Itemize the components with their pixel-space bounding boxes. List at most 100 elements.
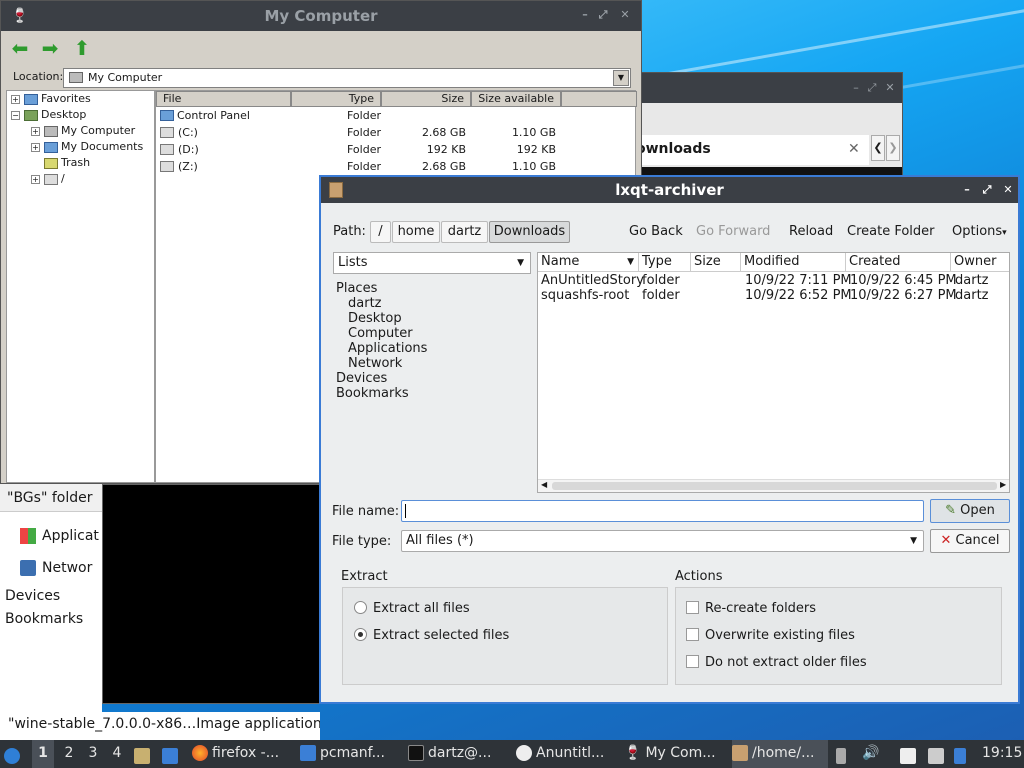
- go-forward-button[interactable]: Go Forward: [696, 224, 770, 239]
- overwrite-checkbox[interactable]: [686, 628, 699, 641]
- workspace-2[interactable]: 2: [58, 740, 80, 768]
- reload-button[interactable]: Reload: [789, 224, 833, 239]
- column-header-type[interactable]: Type: [639, 253, 691, 272]
- show-desktop-launcher[interactable]: [162, 740, 184, 768]
- create-folder-button[interactable]: Create Folder: [847, 224, 935, 239]
- close-icon[interactable]: ✕: [884, 82, 896, 94]
- task-terminal[interactable]: dartz@...: [408, 740, 510, 768]
- sidebar-item-applications[interactable]: Applicat: [20, 528, 99, 544]
- expand-icon[interactable]: +: [11, 94, 20, 104]
- tree-item-desktop[interactable]: − Desktop: [11, 107, 86, 123]
- column-header-size-available[interactable]: Size available: [471, 91, 561, 107]
- crumb-dartz[interactable]: dartz: [441, 221, 488, 243]
- extract-all-label[interactable]: Extract all files: [373, 601, 470, 616]
- sidebar-item-network[interactable]: Networ: [20, 560, 92, 576]
- open-button[interactable]: ✎ Open: [930, 499, 1010, 523]
- table-row[interactable]: (C:) Folder 2.68 GB 1.10 GB: [156, 124, 636, 141]
- column-header-file[interactable]: File: [156, 91, 291, 107]
- table-row[interactable]: (D:) Folder 192 KB 192 KB: [156, 141, 636, 158]
- horizontal-scrollbar[interactable]: ◀ ▶: [538, 479, 1009, 492]
- close-tab-icon[interactable]: ✕: [848, 135, 860, 163]
- task-pcmanfm[interactable]: pcmanf...: [300, 740, 402, 768]
- maximize-icon[interactable]: ⤢: [981, 184, 993, 196]
- volume-icon[interactable]: 🔊: [862, 740, 882, 768]
- network-tray-icon[interactable]: [928, 740, 948, 768]
- location-combobox[interactable]: My Computer ▼: [63, 68, 631, 88]
- maximize-icon[interactable]: ⤢: [866, 82, 878, 94]
- collapse-icon[interactable]: −: [11, 110, 20, 120]
- place-applications[interactable]: Applications: [348, 341, 427, 356]
- sidebar-item-bookmarks[interactable]: Bookmarks: [5, 611, 83, 627]
- minimize-icon[interactable]: –: [850, 82, 862, 94]
- table-row[interactable]: (Z:) Folder 2.68 GB 1.10 GB: [156, 158, 636, 175]
- extract-all-radio[interactable]: [354, 601, 367, 614]
- no-older-checkbox[interactable]: [686, 655, 699, 668]
- bgs-folder-window[interactable]: "BGs" folder Applicat Networ Devices Boo…: [0, 484, 102, 740]
- tree-item-my-computer[interactable]: + My Computer: [31, 123, 135, 139]
- file-type-select[interactable]: All files (*) ▼: [401, 530, 924, 552]
- column-header-size[interactable]: Size: [381, 91, 471, 107]
- scroll-left-icon[interactable]: ◀: [541, 480, 547, 489]
- back-arrow-icon[interactable]: ⬅: [9, 37, 31, 59]
- scrollbar-thumb[interactable]: [552, 482, 997, 490]
- tab-downloads[interactable]: ownloads ✕: [636, 135, 869, 165]
- table-row[interactable]: Control Panel Folder: [156, 107, 636, 124]
- wine-titlebar[interactable]: 🍷 My Computer – ⤢ ✕: [1, 1, 641, 31]
- expand-icon[interactable]: +: [31, 174, 40, 184]
- tray-removable-icon[interactable]: [836, 740, 852, 768]
- column-header-size[interactable]: Size: [691, 253, 741, 272]
- extract-selected-label[interactable]: Extract selected files: [373, 628, 509, 643]
- tree-item-root[interactable]: + /: [31, 171, 65, 187]
- tab-scroll-right-button[interactable]: ❯: [886, 135, 900, 161]
- crumb-downloads[interactable]: Downloads: [489, 221, 570, 243]
- column-header-type[interactable]: Type: [291, 91, 381, 107]
- bookmarks-header[interactable]: Bookmarks: [336, 386, 409, 401]
- archiver-titlebar[interactable]: lxqt-archiver – ⤢ ✕: [321, 177, 1018, 203]
- task-my-computer[interactable]: 🍷 My Com...: [624, 740, 726, 768]
- lxqt-archiver-dialog[interactable]: lxqt-archiver – ⤢ ✕ Path: / home dartz D…: [319, 175, 1020, 704]
- column-header-created[interactable]: Created: [846, 253, 951, 272]
- column-header-owner[interactable]: Owner: [951, 253, 1009, 272]
- column-header-name[interactable]: Name ▼: [538, 253, 639, 272]
- maximize-icon[interactable]: ⤢: [597, 9, 609, 21]
- clock[interactable]: 19:15: [982, 740, 1022, 768]
- update-notifier-icon[interactable]: [954, 740, 972, 768]
- recreate-folders-label[interactable]: Re-create folders: [705, 601, 816, 616]
- pcmanfm-titlebar[interactable]: – ⤢ ✕: [636, 73, 902, 103]
- workspace-4[interactable]: 4: [106, 740, 128, 768]
- file-name[interactable]: AnUntitledStory: [541, 273, 644, 288]
- no-older-label[interactable]: Do not extract older files: [705, 655, 867, 670]
- place-computer[interactable]: Computer: [348, 326, 413, 341]
- place-dartz[interactable]: dartz: [348, 296, 381, 311]
- tree-item-favorites[interactable]: + Favorites: [11, 91, 91, 107]
- place-network[interactable]: Network: [348, 356, 402, 371]
- column-header-modified[interactable]: Modified: [741, 253, 846, 272]
- close-icon[interactable]: ✕: [1002, 184, 1014, 196]
- minimize-icon[interactable]: –: [961, 184, 973, 196]
- overwrite-label[interactable]: Overwrite existing files: [705, 628, 855, 643]
- dropdown-arrow-icon[interactable]: ▼: [613, 70, 629, 86]
- task-archiver[interactable]: /home/...: [732, 740, 828, 768]
- close-icon[interactable]: ✕: [619, 9, 631, 21]
- task-anuntitled[interactable]: Anuntitl...: [516, 740, 618, 768]
- file-name-input[interactable]: [401, 500, 924, 522]
- cancel-button[interactable]: ✕ Cancel: [930, 529, 1010, 553]
- recreate-folders-checkbox[interactable]: [686, 601, 699, 614]
- clipboard-icon[interactable]: [900, 740, 920, 768]
- pcmanfm-window[interactable]: – ⤢ ✕ ownloads ✕ ❮ ❯: [635, 72, 903, 176]
- lists-combobox[interactable]: Lists ▼: [333, 252, 531, 274]
- crumb-home[interactable]: home: [392, 221, 440, 243]
- folder-tree[interactable]: + Favorites − Desktop + My Computer + My Doc…: [6, 90, 155, 483]
- task-firefox[interactable]: firefox -...: [192, 740, 294, 768]
- expand-icon[interactable]: +: [31, 126, 40, 136]
- tree-item-trash[interactable]: Trash: [44, 155, 90, 171]
- file-name[interactable]: squashfs-root: [541, 288, 629, 303]
- archive-file-view[interactable]: Name ▼ Type Size Modified Created Owner A…: [537, 252, 1010, 493]
- tree-item-my-documents[interactable]: + My Documents: [31, 139, 143, 155]
- workspace-1[interactable]: 1: [32, 740, 54, 768]
- file-manager-launcher[interactable]: [134, 740, 156, 768]
- terminal-window[interactable]: [102, 484, 320, 704]
- options-button[interactable]: Options▾: [952, 224, 1007, 239]
- extract-selected-radio[interactable]: [354, 628, 367, 641]
- scroll-right-icon[interactable]: ▶: [1000, 480, 1006, 489]
